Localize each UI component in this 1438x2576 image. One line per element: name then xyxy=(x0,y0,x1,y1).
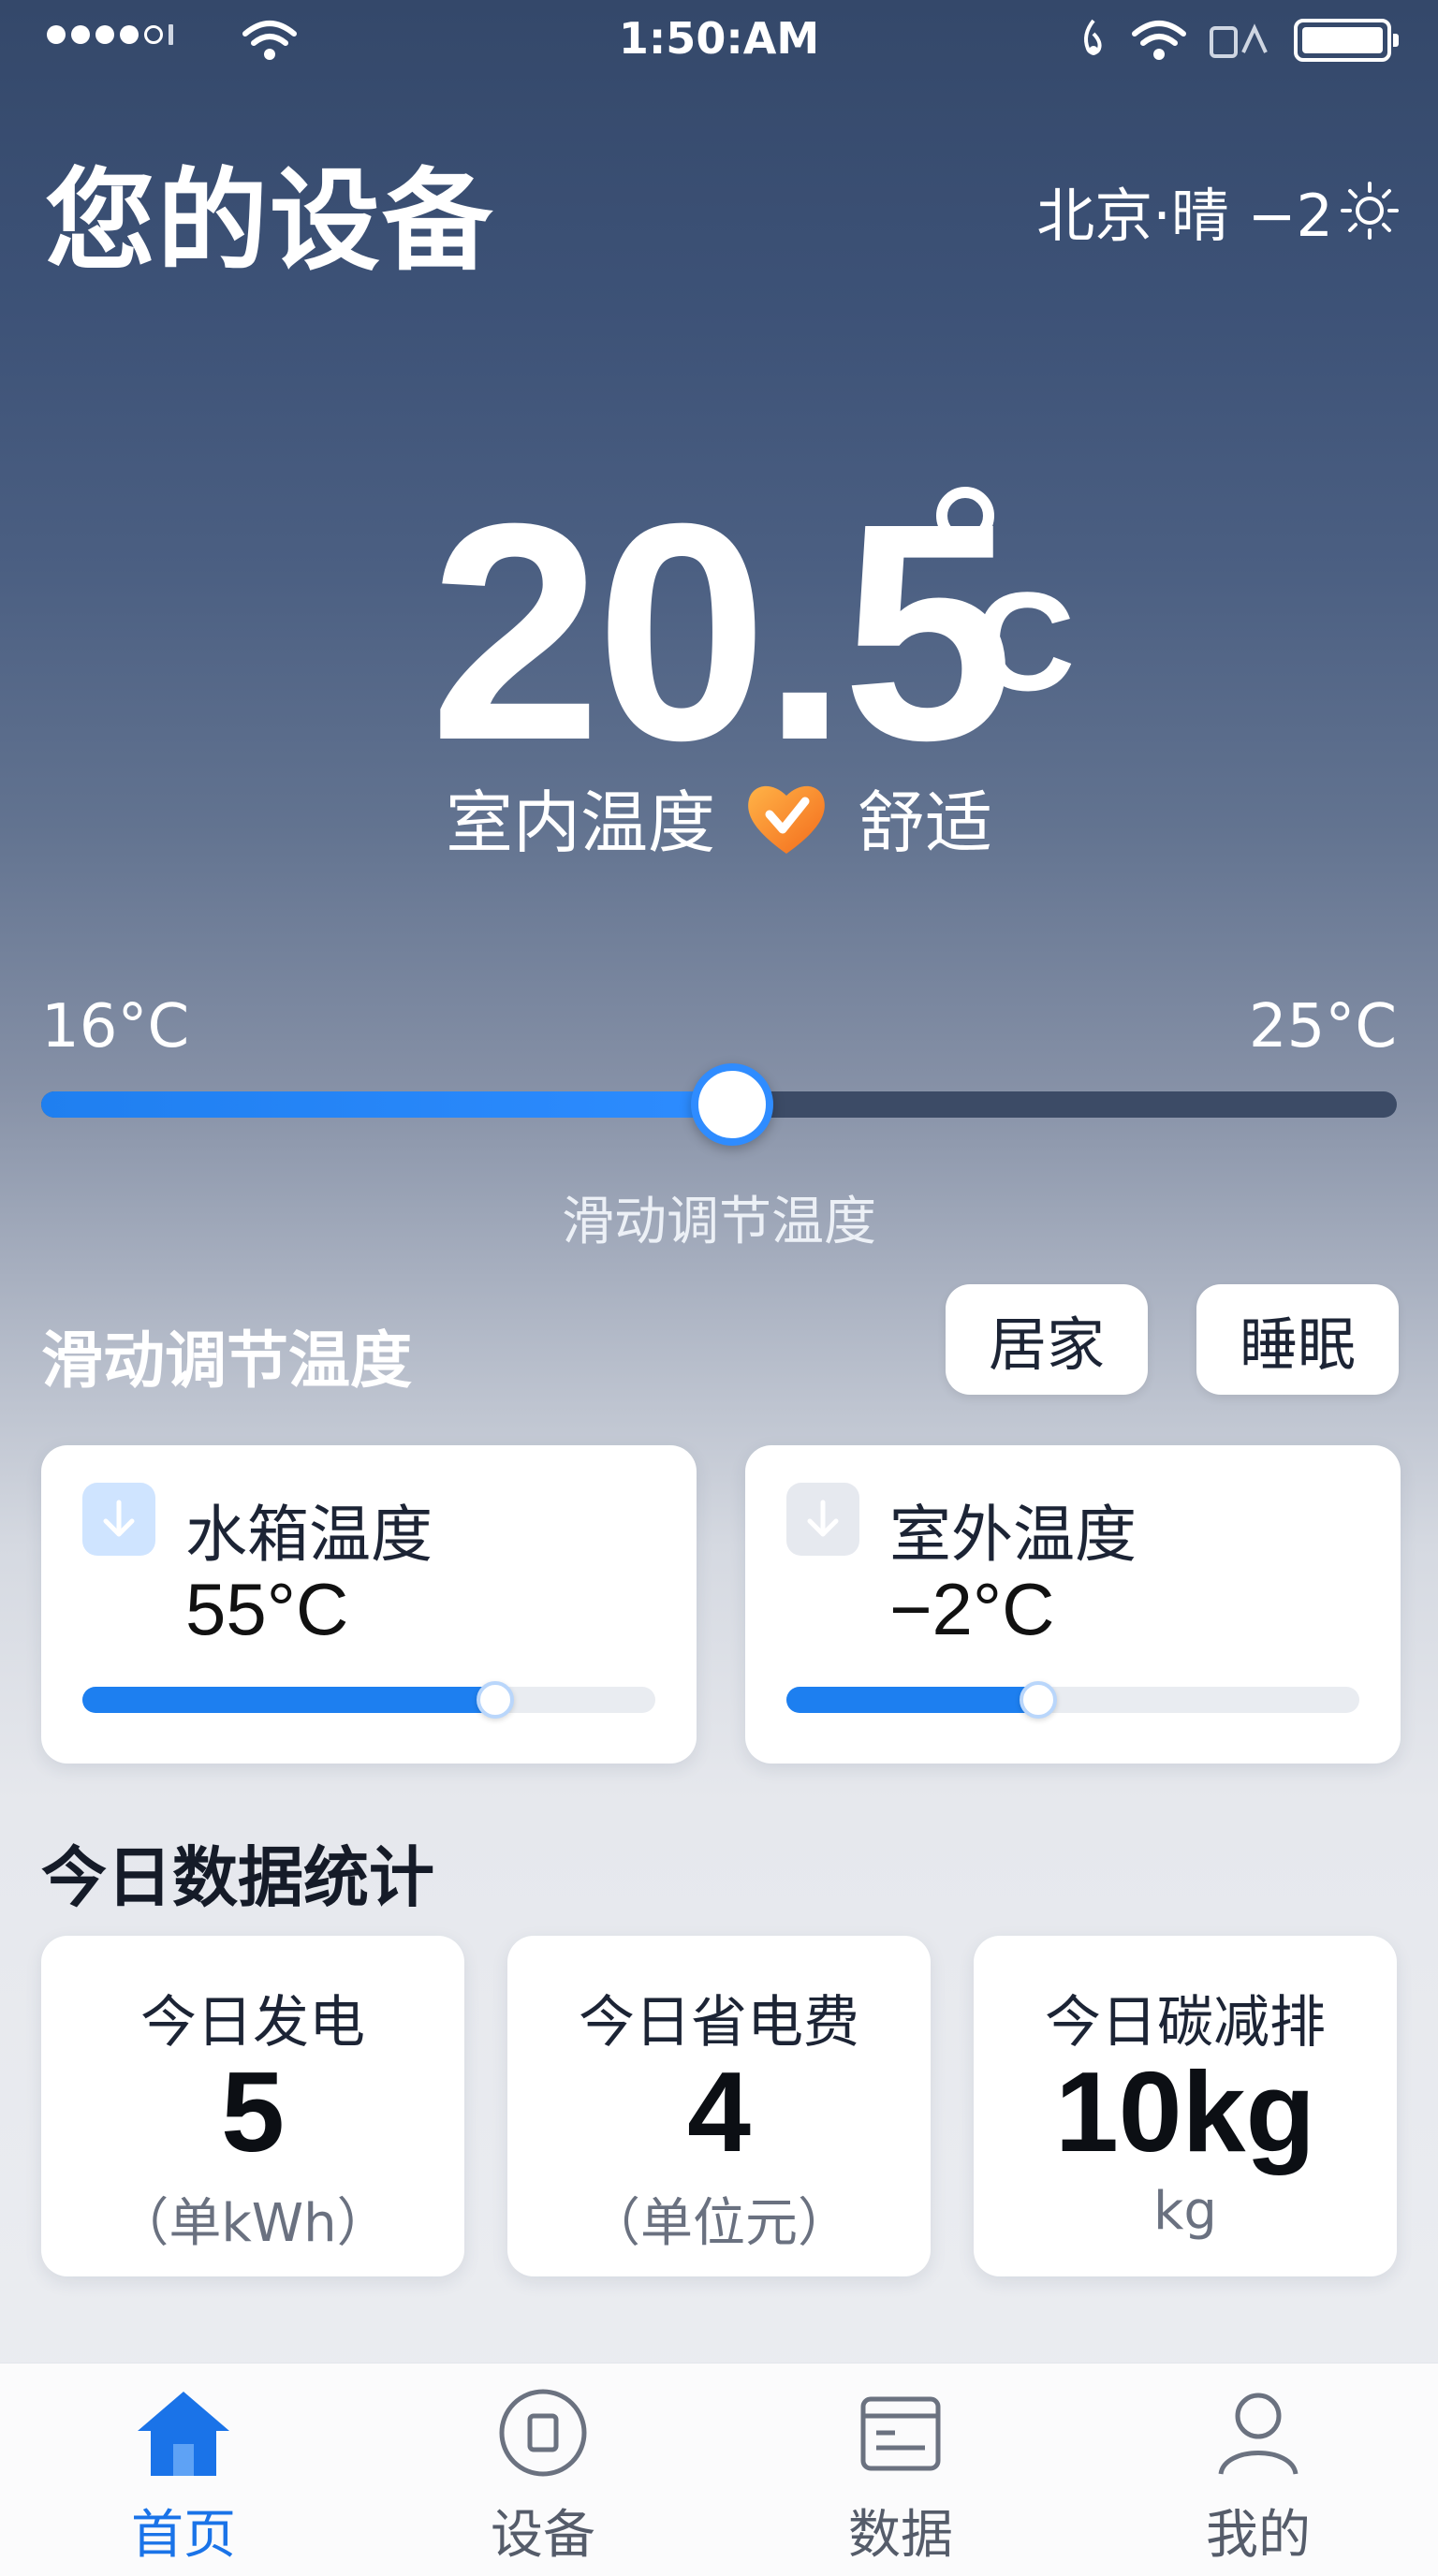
mode-home-button[interactable]: 居家 xyxy=(946,1284,1148,1395)
card-label: 室外温度 xyxy=(889,1499,1137,1571)
degree-symbol xyxy=(936,487,994,545)
stat-card-savings[interactable]: 今日省电费 4 （单位元） xyxy=(507,1936,931,2276)
page-title: 您的设备 xyxy=(45,156,495,285)
stat-card-carbon[interactable]: 今日碳减排 10kg kg xyxy=(974,1936,1397,2276)
stat-unit: （单kWh） xyxy=(116,2193,389,2254)
arrow-down-icon xyxy=(786,1483,859,1556)
nav-label: 设备 xyxy=(491,2505,595,2566)
nav-label: 我的 xyxy=(1206,2505,1311,2566)
wifi-icon xyxy=(1132,21,1186,60)
data-icon xyxy=(860,2396,941,2471)
temperature-slider[interactable] xyxy=(41,1063,1397,1146)
nav-item-device[interactable]: 设备 xyxy=(449,2386,637,2569)
indoor-temperature-value: 20.5 xyxy=(429,459,1014,804)
home-icon xyxy=(138,2392,229,2476)
status-bar: 1:50:AM xyxy=(0,0,1438,84)
mode-sleep-button[interactable]: 睡眠 xyxy=(1196,1284,1399,1395)
slider-hint: 滑动调节温度 xyxy=(562,1192,876,1252)
outdoor-slider-fill xyxy=(786,1687,1039,1713)
device-icon xyxy=(499,2389,587,2477)
outdoor-slider-thumb[interactable] xyxy=(1020,1681,1058,1719)
weather-text: 北京·晴 −2 xyxy=(1036,182,1333,250)
card-label: 水箱温度 xyxy=(185,1499,433,1571)
stat-unit: （单位元） xyxy=(588,2193,850,2254)
stat-unit: kg xyxy=(1153,2181,1217,2242)
nav-item-me[interactable]: 我的 xyxy=(1165,2386,1352,2569)
nav-item-home[interactable]: 首页 xyxy=(90,2386,277,2569)
location-icon xyxy=(1084,19,1102,55)
temperature-slider-thumb[interactable] xyxy=(691,1063,774,1146)
stats-section-title: 今日数据统计 xyxy=(41,1839,434,1916)
card-value: 55°C xyxy=(185,1568,349,1650)
nav-label: 数据 xyxy=(848,2505,953,2566)
indoor-temperature: 20.5 xyxy=(0,477,1438,786)
stat-value: 5 xyxy=(221,2048,285,2175)
card-value: −2°C xyxy=(889,1568,1055,1650)
user-icon xyxy=(1218,2393,1299,2475)
comfort-row: 室内温度 舒适 xyxy=(0,768,1438,866)
temperature-slider-fill xyxy=(41,1091,733,1118)
stat-value: 4 xyxy=(687,2048,751,2175)
water-tank-slider-fill xyxy=(82,1687,495,1713)
water-tank-slider-thumb[interactable] xyxy=(476,1681,514,1719)
indoor-temperature-label: 室内温度 xyxy=(445,783,715,862)
outdoor-temperature-card[interactable]: 室外温度 −2°C xyxy=(745,1445,1401,1764)
water-tank-slider[interactable] xyxy=(82,1681,655,1719)
outdoor-slider[interactable] xyxy=(786,1681,1359,1719)
arrow-down-icon xyxy=(82,1483,155,1556)
slider-min-label: 16°C xyxy=(41,992,190,1061)
comfort-status: 舒适 xyxy=(858,783,993,862)
weather-info[interactable]: 北京·晴 −2 xyxy=(1036,168,1401,253)
stat-value: 10kg xyxy=(1054,2048,1316,2175)
slider-max-label: 25°C xyxy=(1248,992,1397,1061)
heart-check-icon xyxy=(748,785,825,854)
temperature-unit: C xyxy=(974,563,1076,720)
battery-icon xyxy=(1294,19,1399,62)
sim-icon xyxy=(1210,23,1268,58)
stat-card-generation[interactable]: 今日发电 5 （单kWh） xyxy=(41,1936,464,2276)
bottom-nav: 首页 设备 数据 我的 xyxy=(0,2363,1438,2576)
nav-label: 首页 xyxy=(131,2505,236,2566)
sun-icon xyxy=(1341,182,1399,240)
water-tank-temperature-card[interactable]: 水箱温度 55°C xyxy=(41,1445,697,1764)
nav-item-data[interactable]: 数据 xyxy=(807,2386,994,2569)
mode-section-title: 滑动调节温度 xyxy=(41,1325,412,1397)
